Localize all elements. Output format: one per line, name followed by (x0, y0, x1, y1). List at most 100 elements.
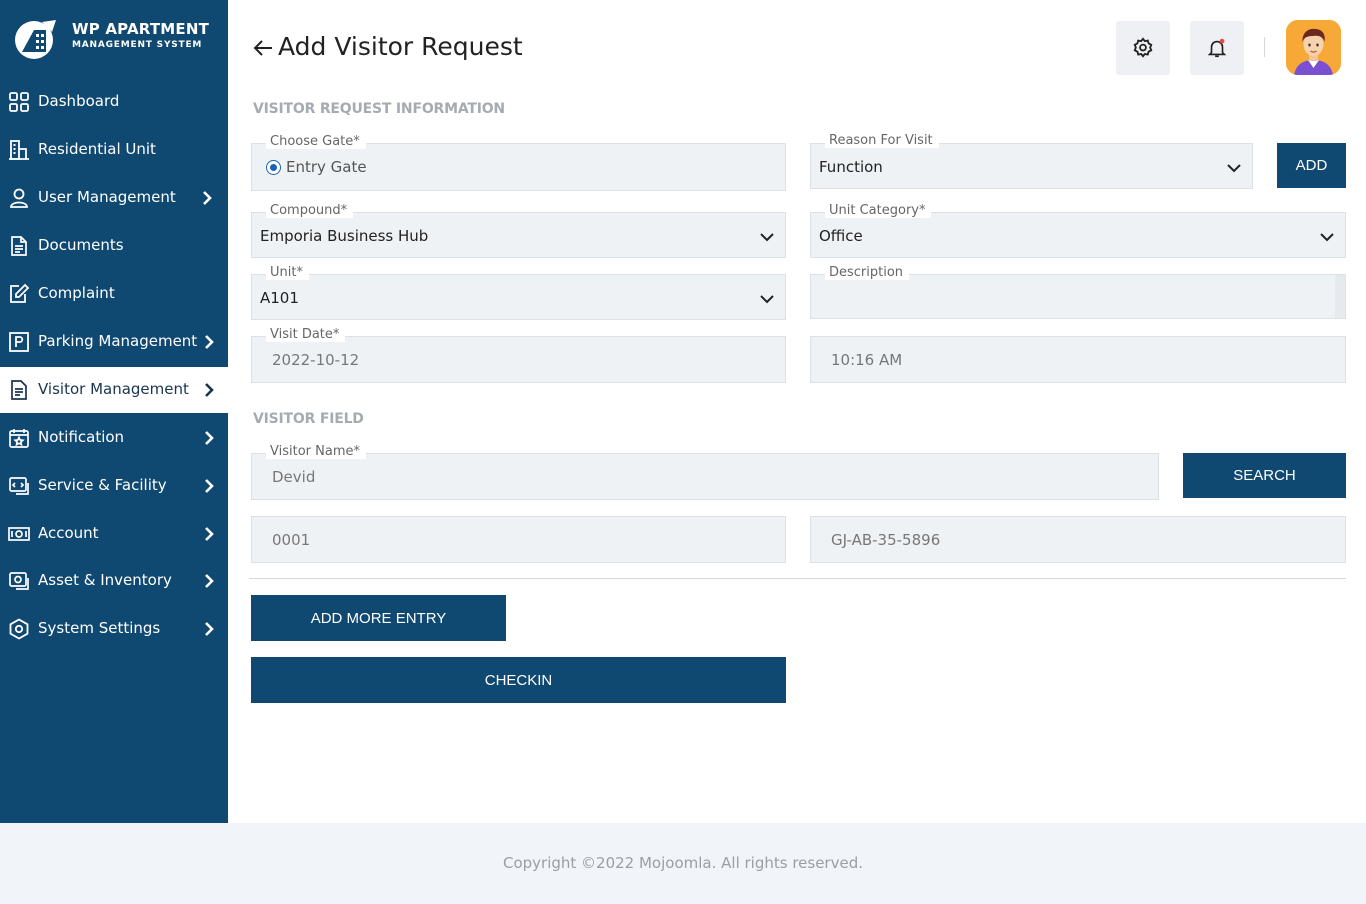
visit-time-value: 10:16 AM (831, 351, 903, 369)
entry-gate-radio[interactable] (266, 160, 281, 175)
bell-icon (1207, 38, 1227, 58)
vehicle-number-field[interactable]: GJ-AB-35-5896 (810, 516, 1346, 563)
sidebar-item-complaint[interactable]: Complaint (0, 271, 228, 317)
sidebar-item-label: Account (38, 524, 99, 542)
sidebar-item-visitor-management[interactable]: Visitor Management (0, 367, 228, 413)
money-icon (8, 527, 30, 541)
entry-gate-option[interactable]: Entry Gate (286, 158, 367, 176)
sidebar-item-dashboard[interactable]: Dashboard (0, 79, 228, 125)
back-arrow-icon[interactable] (252, 37, 274, 59)
user-icon (10, 188, 28, 208)
sidebar-item-label: Notification (38, 428, 125, 446)
divider (249, 578, 1346, 579)
sidebar-item-user-management[interactable]: User Management (0, 175, 228, 221)
compound-label: Compound* (266, 204, 354, 218)
sidebar-item-notification[interactable]: Notification (0, 415, 228, 461)
section-title-visitor-field: VISITOR FIELD (253, 411, 364, 427)
settings-button[interactable] (1116, 21, 1170, 75)
sidebar-item-service-facility[interactable]: Service & Facility (0, 463, 228, 509)
footer: Copyright ©2022 Mojoomla. All rights res… (0, 823, 1366, 904)
reason-value: Function (819, 158, 883, 176)
chevron-right-icon (205, 527, 214, 541)
gate-field: Choose Gate* Entry Gate (251, 135, 786, 191)
brand-title: WP APARTMENT (72, 20, 210, 38)
sidebar-item-parking-management[interactable]: Parking Management (0, 319, 228, 365)
visit-date-label: Visit Date* (266, 328, 346, 342)
chevron-down-icon (760, 233, 774, 242)
parking-icon (9, 332, 29, 352)
unit-category-label: Unit Category* (825, 204, 932, 218)
inventory-icon (9, 572, 29, 590)
gear-icon (1133, 37, 1153, 58)
sidebar-item-label: Visitor Management (38, 380, 189, 398)
reason-select[interactable]: Reason For Visit Function (810, 134, 1253, 189)
header-divider (1264, 37, 1265, 57)
chevron-right-icon (205, 383, 214, 397)
sidebar-item-label: Documents (38, 236, 124, 254)
visit-date-field[interactable]: Visit Date* 2022-10-12 (251, 328, 786, 383)
section-title-request-info: VISITOR REQUEST INFORMATION (253, 101, 505, 117)
brand-logo[interactable]: WP APARTMENT MANAGEMENT SYSTEM (10, 14, 220, 62)
add-reason-button[interactable]: ADD (1277, 143, 1346, 188)
sidebar: WP APARTMENT MANAGEMENT SYSTEM Dashboard… (0, 0, 228, 823)
description-scrollbar[interactable] (1335, 275, 1345, 318)
visit-time-field[interactable]: 10:16 AM (810, 336, 1346, 383)
copyright-text: Copyright ©2022 Mojoomla. All rights res… (502, 854, 863, 872)
grid-icon (9, 92, 29, 112)
service-icon (9, 477, 29, 495)
unit-category-value: Office (819, 227, 863, 245)
chevron-right-icon (205, 335, 214, 349)
sidebar-item-system-settings[interactable]: System Settings (0, 606, 228, 652)
notification-button[interactable] (1190, 21, 1244, 75)
sidebar-item-label: Parking Management (38, 332, 198, 350)
chevron-right-icon (205, 479, 214, 493)
compound-select[interactable]: Compound* Emporia Business Hub (251, 204, 786, 258)
document-icon (11, 236, 27, 256)
visit-date-value: 2022-10-12 (272, 351, 360, 369)
sidebar-item-label: Service & Facility (38, 476, 167, 494)
brand-subtitle: MANAGEMENT SYSTEM (72, 40, 203, 50)
visitor-id-field[interactable]: 0001 (251, 516, 786, 563)
add-more-entry-button[interactable]: ADD MORE ENTRY (251, 595, 506, 641)
description-textarea[interactable]: Description (810, 266, 1346, 319)
sidebar-item-residential-unit[interactable]: Residential Unit (0, 127, 228, 173)
chevron-right-icon (205, 622, 214, 636)
unit-label: Unit* (266, 266, 309, 280)
sidebar-item-documents[interactable]: Documents (0, 223, 228, 269)
sidebar-item-label: Residential Unit (38, 140, 156, 158)
description-label: Description (825, 266, 910, 280)
vehicle-number-value: GJ-AB-35-5896 (831, 531, 941, 549)
building-icon (9, 140, 29, 160)
search-button[interactable]: SEARCH (1183, 453, 1346, 498)
sidebar-item-label: User Management (38, 188, 176, 206)
sidebar-item-label: Complaint (38, 284, 115, 302)
sidebar-item-label: Dashboard (38, 92, 120, 110)
edit-icon (10, 283, 30, 303)
chevron-right-icon (205, 431, 214, 445)
app-root: WP APARTMENT MANAGEMENT SYSTEM Dashboard… (0, 0, 1366, 904)
avatar[interactable] (1286, 20, 1341, 75)
chevron-down-icon (1320, 233, 1334, 242)
chevron-down-icon (1227, 164, 1241, 173)
chevron-down-icon (760, 295, 774, 304)
sidebar-item-account[interactable]: Account (0, 511, 228, 557)
sidebar-item-asset-inventory[interactable]: Asset & Inventory (0, 558, 228, 604)
compound-value: Emporia Business Hub (260, 227, 429, 245)
chevron-right-icon (203, 191, 212, 205)
clipboard-icon (11, 380, 27, 400)
page-header: Add Visitor Request (252, 30, 523, 62)
unit-select[interactable]: Unit* A101 (251, 266, 786, 320)
sidebar-item-label: Asset & Inventory (38, 571, 172, 589)
visitor-name-label: Visitor Name* (266, 445, 366, 459)
hexagon-gear-icon (9, 618, 29, 640)
gate-label: Choose Gate* (266, 135, 366, 149)
visitor-name-field[interactable]: Visitor Name* Devid (251, 445, 1159, 500)
sidebar-item-label: System Settings (38, 619, 161, 637)
chevron-right-icon (205, 574, 214, 588)
checkin-button[interactable]: CHECKIN (251, 657, 786, 703)
page-title: Add Visitor Request (278, 31, 523, 61)
unit-value: A101 (260, 289, 299, 307)
visitor-id-value: 0001 (272, 531, 311, 549)
building-logo-icon (15, 20, 56, 59)
unit-category-select[interactable]: Unit Category* Office (810, 204, 1346, 258)
